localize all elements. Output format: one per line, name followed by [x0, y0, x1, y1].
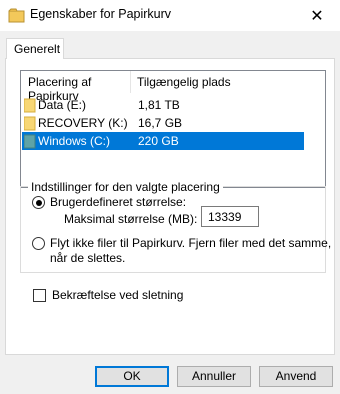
list-item-name: Windows (C:) — [38, 134, 111, 148]
title-bar: Egenskaber for Papirkurv ✕ — [0, 0, 340, 31]
list-item-selected[interactable]: Windows (C:) 220 GB — [22, 132, 304, 150]
custom-size-radio[interactable] — [32, 196, 45, 209]
no-recycle-label-line1[interactable]: Flyt ikke filer til Papirkurv. Fjern fil… — [50, 236, 331, 250]
tab-panel-general: Placering af Papirkurv Tilgængelig plads… — [5, 58, 335, 355]
settings-group-label: Indstillinger for den valgte placering — [28, 180, 223, 194]
custom-size-label[interactable]: Brugerdefineret størrelse: — [50, 195, 186, 209]
confirm-delete-label[interactable]: Bekræftelse ved sletning — [52, 288, 183, 302]
no-recycle-label-line2[interactable]: når de slettes. — [50, 251, 125, 265]
list-item[interactable]: RECOVERY (K:) 16,7 GB — [22, 114, 304, 132]
ok-button[interactable]: OK — [95, 366, 169, 387]
drive-icon — [24, 116, 36, 131]
column-header-location[interactable]: Placering af Papirkurv — [21, 71, 131, 103]
list-item[interactable]: Data (E:) 1,81 TB — [22, 96, 304, 114]
cancel-button[interactable]: Annuller — [177, 366, 251, 387]
tab-general[interactable]: Generelt — [6, 38, 64, 59]
close-icon: ✕ — [310, 7, 324, 25]
list-header: Placering af Papirkurv Tilgængelig plads — [21, 71, 325, 103]
drive-icon — [24, 98, 36, 113]
apply-button[interactable]: Anvend — [259, 366, 333, 387]
list-item-name: Data (E:) — [38, 98, 87, 112]
drive-icon — [24, 134, 36, 149]
max-size-label: Maksimal størrelse (MB): — [64, 212, 198, 226]
list-item-size: 1,81 TB — [138, 98, 180, 112]
no-recycle-radio[interactable] — [32, 237, 45, 250]
list-item-name: RECOVERY (K:) — [38, 116, 128, 130]
list-item-size: 16,7 GB — [138, 116, 183, 130]
max-size-input[interactable]: 13339 — [201, 206, 259, 227]
confirm-delete-checkbox[interactable] — [33, 289, 46, 302]
window-title: Egenskaber for Papirkurv — [30, 7, 172, 21]
close-button[interactable]: ✕ — [294, 0, 340, 31]
recycle-bin-icon — [8, 8, 25, 23]
list-item-size: 220 GB — [138, 134, 179, 148]
location-list[interactable]: Placering af Papirkurv Tilgængelig plads… — [20, 70, 326, 188]
column-header-available[interactable]: Tilgængelig plads — [131, 71, 325, 93]
